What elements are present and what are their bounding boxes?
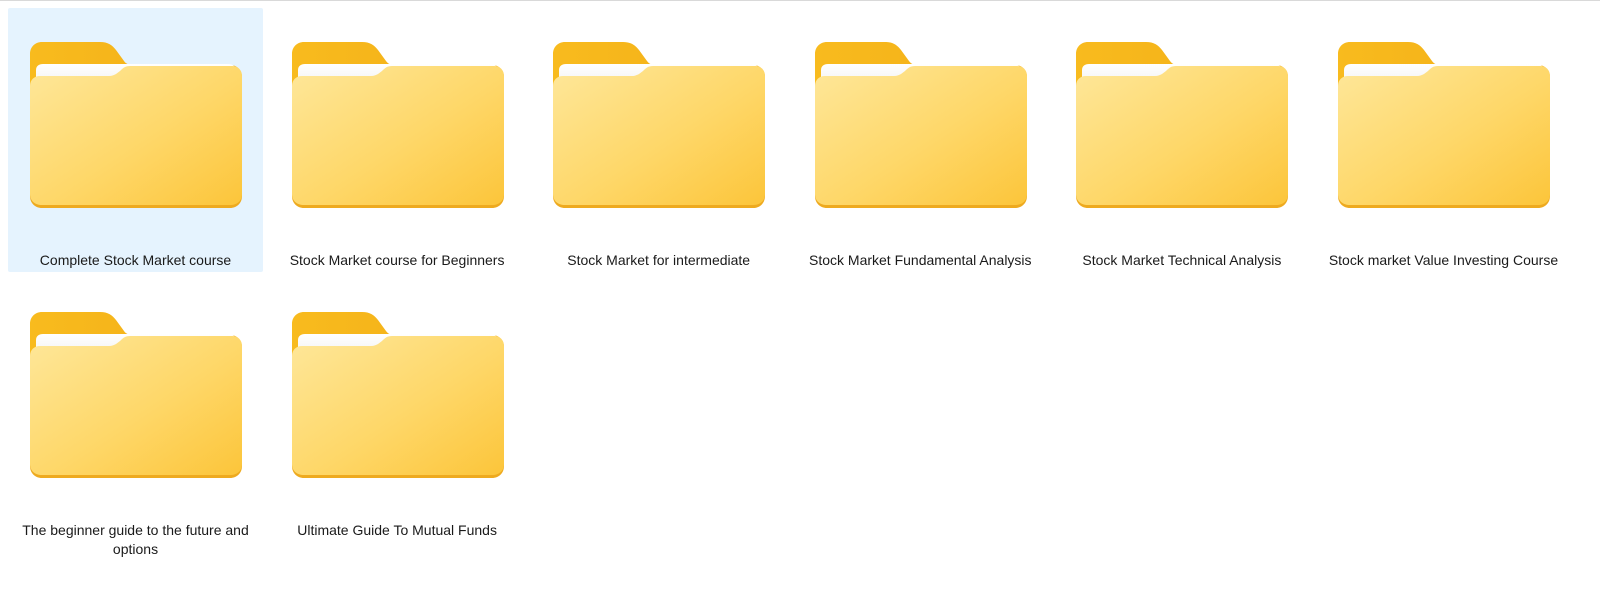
folder-item-stock-market-technical-analysis[interactable]: Stock Market Technical Analysis (1054, 8, 1309, 272)
folder-label: Stock Market Fundamental Analysis (809, 252, 1032, 268)
folder-label: Stock Market course for Beginners (289, 252, 505, 268)
folder-icon (553, 42, 766, 210)
folder-item-stock-market-fundamental-analysis[interactable]: Stock Market Fundamental Analysis (793, 8, 1048, 272)
folder-icon (814, 42, 1027, 210)
folder-item-complete-stock-market-course[interactable]: Complete Stock Market course (8, 8, 263, 272)
folder-icon (30, 42, 242, 210)
folder-icon (30, 312, 242, 480)
folder-icon (291, 42, 504, 210)
folder-label: Complete Stock Market course (39, 252, 232, 268)
folder-item-beginner-guide-future-and-options[interactable]: The beginner guide to the future and opt… (8, 278, 263, 557)
folder-icon (1076, 42, 1289, 210)
folder-label: Stock Market for intermediate (567, 252, 751, 268)
folder-item-stock-market-for-intermediate[interactable]: Stock Market for intermediate (531, 8, 786, 272)
folder-label: Stock market Value Investing Course (1328, 252, 1559, 268)
folder-item-stock-market-value-investing-course[interactable]: Stock market Value Investing Course (1316, 8, 1571, 272)
folder-icon (291, 312, 504, 480)
folder-item-ultimate-guide-to-mutual-funds[interactable]: Ultimate Guide To Mutual Funds (270, 278, 525, 542)
folder-label: Stock Market Technical Analysis (1082, 252, 1282, 268)
top-divider (0, 0, 1600, 1)
folder-icon (1337, 42, 1550, 210)
folder-grid: Complete Stock Market course Stock Marke… (8, 8, 1600, 557)
folder-item-stock-market-course-for-beginners[interactable]: Stock Market course for Beginners (270, 8, 525, 272)
folder-label: The beginner guide to the future and opt… (22, 522, 249, 557)
folder-label: Ultimate Guide To Mutual Funds (297, 522, 497, 538)
